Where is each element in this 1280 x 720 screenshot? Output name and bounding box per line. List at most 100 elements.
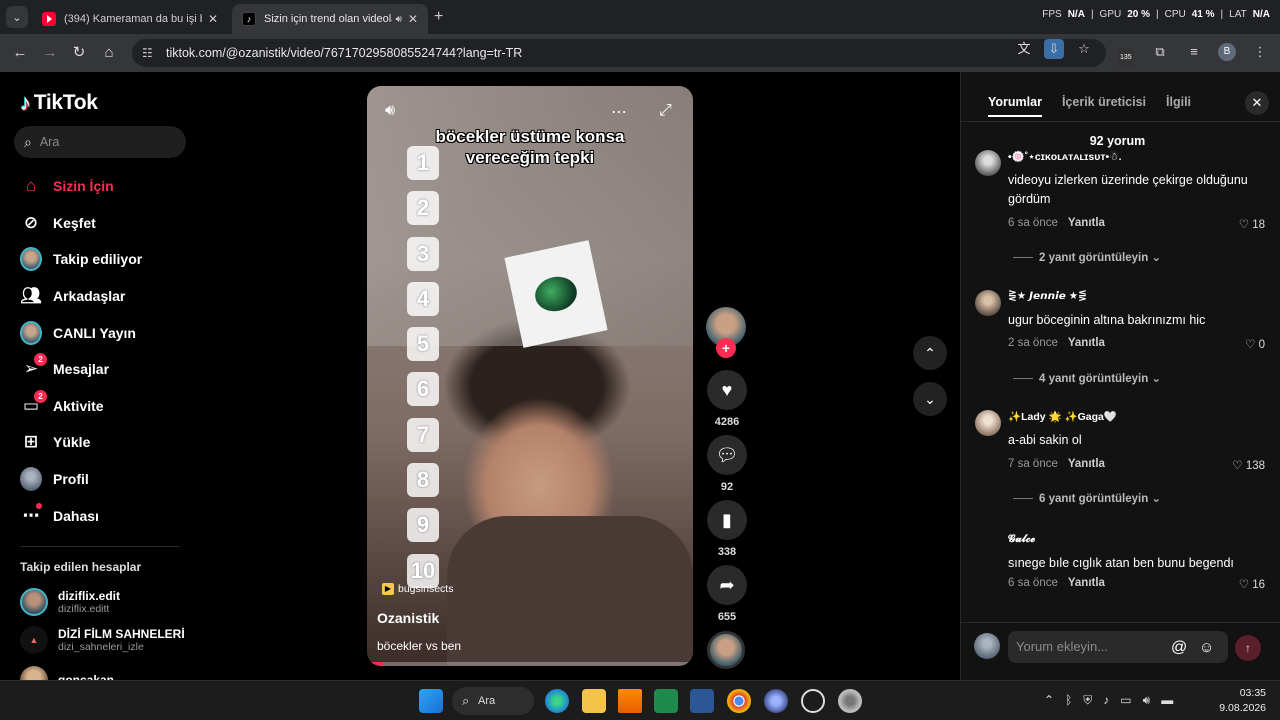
tab-close-icon[interactable]: ✕ [208,12,218,26]
heart-icon[interactable]: ♥ [707,370,747,410]
commenter-avatar[interactable] [975,410,1001,436]
share-icon[interactable]: ➦ [707,565,747,605]
speaker-icon[interactable]: 🔊︎ [396,14,402,25]
view-replies-button[interactable]: 4 yanıt görüntüleyin ⌄ [1013,371,1161,385]
comment-input[interactable]: Yorum ekleyin... [1008,631,1228,663]
chevron-up-icon[interactable]: ⌃ [1044,693,1054,708]
video-player[interactable]: 🔊︎ ⋯ ⤢ böcekler üstüme konsa vereceğim t… [367,86,693,666]
tab-search-button[interactable]: ⌄ [6,6,28,28]
save-action[interactable]: ▮ 338 [706,500,748,558]
taskbar-search[interactable]: Ara [452,687,534,715]
extensions-puzzle-icon[interactable]: ⧉ [1150,42,1170,62]
previous-video-button[interactable]: ⌃ [913,336,947,370]
app-icon[interactable] [764,689,788,713]
home-icon[interactable]: ⌂ [99,43,119,63]
chrome-icon[interactable] [727,689,751,713]
vlc-icon[interactable] [618,689,642,713]
reload-icon[interactable]: ↻ [69,43,89,63]
kebab-menu-icon[interactable]: ⋮ [1250,42,1270,62]
tiktok-logo[interactable]: ♪ TikTok [20,90,98,116]
forward-icon[interactable]: → [40,43,60,63]
following-account[interactable]: diziflix.edit diziflix.editt [20,588,120,616]
bluetooth-icon[interactable]: ᛒ [1065,693,1072,708]
commenter-name[interactable]: 𝓖𝓾𝓵𝓬𝓮 [1008,533,1035,546]
file-explorer-icon[interactable] [582,689,606,713]
translate-icon[interactable]: 文 [1014,39,1034,59]
close-icon[interactable]: ✕ [1245,91,1269,115]
taskbar-clock[interactable]: 03:35 9.08.2026 [1219,686,1266,716]
tab-related[interactable]: İlgili [1166,95,1191,117]
view-replies-button[interactable]: 6 yanıt görüntüleyin ⌄ [1013,491,1161,505]
windows-start-icon[interactable] [419,689,443,713]
like-action[interactable]: ♥ 4286 [706,370,748,428]
back-icon[interactable]: ← [10,43,30,63]
volume-icon[interactable]: 🔊︎ [1143,693,1151,708]
comment-like[interactable]: ♡ 138 [1232,458,1265,472]
comment-like[interactable]: ♡ 16 [1239,577,1265,591]
tab-close-icon[interactable]: ✕ [408,12,418,26]
security-icon[interactable]: ⛨ [1083,693,1092,708]
mention-icon[interactable]: @ [1171,639,1187,657]
view-replies-button[interactable]: 2 yanıt görüntüleyin ⌄ [1013,250,1161,264]
sidebar-item-explore[interactable]: ⊘ Keşfet [0,205,200,242]
tab-comments[interactable]: Yorumlar [988,95,1042,117]
reply-button[interactable]: Yanıtla [1068,217,1105,229]
emoji-icon[interactable]: ☺ [1199,639,1214,656]
comment-action[interactable]: 💬︎ 92 [706,435,748,493]
bookmark-icon[interactable]: ▮ [707,500,747,540]
commenter-name[interactable]: •🍥˚⋆ᴄɪᴋᴏʟᴀᴛᴀʟɪsᴜᴛ•☃︎. [1008,150,1122,163]
follow-plus-button[interactable]: + [716,338,736,358]
more-options-icon[interactable]: ⋯ [611,102,627,122]
install-app-icon[interactable]: ⇩ [1044,39,1064,59]
commenter-avatar[interactable] [975,150,1001,176]
sidebar-item-for-you[interactable]: ⌂ Sizin İçin [0,168,200,205]
media-control-icon[interactable]: ≡ [1184,42,1204,62]
commenter-name[interactable]: ⋛★ 𝙅𝙚𝙣𝙣𝙞𝙚 ★⋚ [1008,290,1087,302]
effect-tag[interactable]: ▶ bugsinsects [382,583,453,595]
search-placeholder: Ara [39,135,60,149]
tab-tiktok[interactable]: ♪ Sizin için trend olan videola 🔊︎ ✕ [232,4,428,34]
sidebar-item-friends[interactable]: 👥︎ Arkadaşlar [0,278,200,315]
app-notification-icon[interactable] [801,689,825,713]
reply-button[interactable]: Yanıtla [1068,337,1105,349]
reply-button[interactable]: Yanıtla [1068,458,1105,470]
tab-youtube[interactable]: (394) Kameraman da bu işi biliy ✕ [32,4,228,34]
reply-button[interactable]: Yanıtla [1068,577,1105,589]
settings-icon[interactable] [838,689,862,713]
sidebar-item-activity[interactable]: ▭ 2 Aktivite [0,388,200,425]
bookmark-star-icon[interactable]: ☆ [1074,39,1094,59]
site-info-icon[interactable]: ☷ [142,46,156,60]
commenter-avatar[interactable] [975,290,1001,316]
excel-icon[interactable] [654,689,678,713]
music-disc-avatar[interactable] [707,631,745,669]
microphone-icon[interactable]: ♪ [1103,693,1109,708]
volume-icon[interactable]: 🔊︎ [385,102,395,120]
extension-icon[interactable]: ▰135 [1116,42,1136,68]
video-author[interactable]: Ozanistik [377,610,439,626]
comment-like[interactable]: ♡ 18 [1239,217,1265,231]
sidebar-item-live[interactable]: CANLI Yayın [0,314,200,351]
word-icon[interactable] [690,689,714,713]
battery-icon[interactable]: ▬ [1161,693,1173,708]
video-progress-bar[interactable] [367,662,693,666]
commenter-name[interactable]: ✨Lady 🌟 ✨Gaga🤍 [1008,410,1117,423]
display-icon[interactable]: ▭ [1120,693,1131,708]
next-video-button[interactable]: ⌄ [913,382,947,416]
comment-icon[interactable]: 💬︎ [707,435,747,475]
profile-avatar[interactable]: B [1218,43,1236,61]
search-input[interactable]: ⌕ Ara [14,126,186,158]
sidebar-item-messages[interactable]: ➢ 2 Mesajlar [0,351,200,388]
share-action[interactable]: ➦ 655 [706,565,748,623]
new-tab-button[interactable]: + [434,8,443,26]
sidebar-item-more[interactable]: ⋯ Dahası [0,497,200,534]
edge-icon[interactable] [545,689,569,713]
comment-like[interactable]: ♡ 0 [1245,337,1265,351]
sidebar-item-following[interactable]: Takip ediliyor [0,241,200,278]
address-bar[interactable]: ☷ tiktok.com/@ozanistik/video/7671702958… [132,39,1106,67]
fullscreen-icon[interactable]: ⤢ [659,102,672,120]
sidebar-item-upload[interactable]: ⊞ Yükle [0,424,200,461]
send-comment-button[interactable]: ↑ [1235,635,1261,661]
following-account[interactable]: ▲ DİZİ FİLM SAHNELERİ dizi_sahneleri_izle [20,626,185,654]
tab-creator-videos[interactable]: İçerik üreticisi [1062,95,1146,117]
sidebar-item-profile[interactable]: Profil [0,461,200,498]
